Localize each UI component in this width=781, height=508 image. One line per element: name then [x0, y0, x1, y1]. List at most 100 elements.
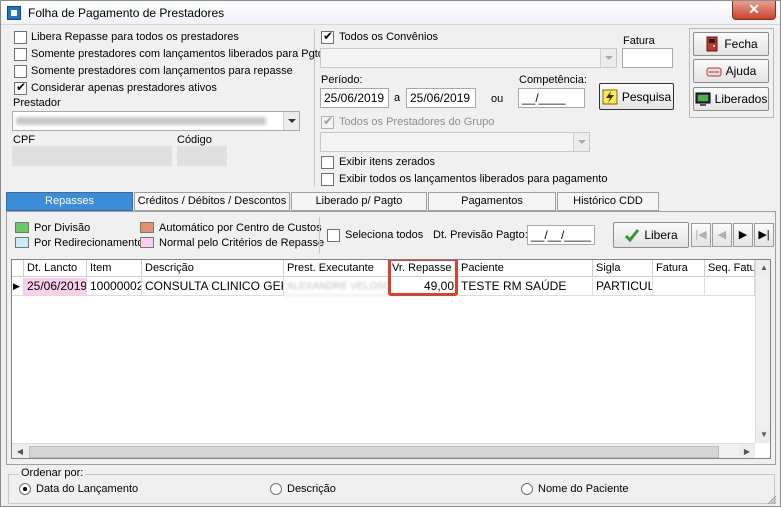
- periodo-label: Período:: [321, 74, 363, 86]
- periodo-sep-label: a: [394, 92, 401, 104]
- somente-liberados-label: Somente prestadores com lançamentos libe…: [31, 48, 327, 60]
- main-window: Folha de Pagamento de Prestadores ✕ Libe…: [0, 0, 781, 507]
- ordenar-paciente-label: Nome do Paciente: [538, 483, 629, 495]
- nav-prev-button[interactable]: ◀: [712, 223, 732, 247]
- chevron-down-icon[interactable]: [283, 112, 299, 130]
- cell-seq-fatura[interactable]: [705, 278, 755, 296]
- scroll-left-icon[interactable]: ◀: [12, 444, 28, 458]
- close-window-button[interactable]: ✕: [732, 1, 776, 20]
- tab-repasses[interactable]: Repasses: [6, 192, 133, 211]
- chevron-down-icon[interactable]: [600, 49, 616, 67]
- tab-creditos-debitos[interactable]: Créditos / Débitos / Descontos: [134, 192, 290, 211]
- legend-divider: [319, 217, 320, 253]
- ordenar-data-label: Data do Lançamento: [36, 483, 139, 495]
- todos-convenios-checkbox[interactable]: [321, 29, 334, 44]
- horizontal-scroll-thumb[interactable]: [29, 446, 719, 458]
- scroll-up-icon[interactable]: ▲: [756, 260, 770, 276]
- ordenar-data-radio[interactable]: [19, 483, 31, 495]
- cell-descricao[interactable]: CONSULTA CLINICO GERAL: [142, 278, 284, 296]
- prestador-select[interactable]: [12, 111, 300, 131]
- col-header-descricao[interactable]: Descrição: [142, 260, 284, 277]
- exibir-zerados-checkbox[interactable]: [321, 156, 334, 169]
- col-header-prest-executante[interactable]: Prest. Executante: [284, 260, 389, 277]
- col-header-dt-lancto[interactable]: Dt. Lancto: [24, 260, 87, 277]
- ordenar-paciente-radio[interactable]: [521, 483, 533, 495]
- grid-corner: [12, 260, 24, 277]
- liberados-label: Liberados: [714, 92, 768, 106]
- ajuda-button[interactable]: Ajuda: [693, 59, 769, 83]
- somente-repasse-label: Somente prestadores com lançamentos para…: [31, 65, 293, 77]
- libera-label: Libera: [644, 228, 678, 242]
- legend-swatch-centro-custos: [140, 222, 154, 233]
- ajuda-label: Ajuda: [725, 64, 757, 78]
- lightning-icon: [602, 89, 618, 105]
- door-exit-icon: [704, 36, 720, 52]
- scroll-right-icon[interactable]: ▶: [739, 444, 755, 458]
- fatura-label: Fatura: [623, 35, 655, 47]
- legend-redirecionamento-label: Por Redirecionamento: [34, 237, 144, 249]
- cpf-label: CPF: [13, 134, 35, 146]
- fatura-input[interactable]: [622, 48, 673, 68]
- somente-repasse-checkbox[interactable]: [14, 65, 27, 78]
- cell-dt-lancto[interactable]: 25/06/2019: [24, 278, 87, 296]
- cell-prest-executante[interactable]: ALEXANDRE VELOSO PIMENTA DE FIGUEIREDO: [284, 278, 389, 296]
- tab-historico-cdd[interactable]: Histórico CDD: [557, 192, 659, 211]
- col-header-fatura[interactable]: Fatura: [653, 260, 705, 277]
- horizontal-scrollbar[interactable]: ◀ ▶: [12, 443, 755, 458]
- previsao-label: Dt. Previsão Pagto:: [433, 229, 528, 241]
- col-header-seq-fatura[interactable]: Seq. Fatura: [705, 260, 755, 277]
- somente-liberados-checkbox[interactable]: [14, 48, 27, 61]
- pesquisa-button[interactable]: Pesquisa: [599, 83, 674, 110]
- libera-button[interactable]: Libera: [613, 222, 689, 248]
- cell-paciente[interactable]: TESTE RM SAÚDE: [458, 278, 593, 296]
- periodo-to-input[interactable]: 25/06/2019: [406, 88, 476, 108]
- scroll-down-icon[interactable]: ▼: [756, 427, 770, 443]
- liberados-button[interactable]: Liberados: [693, 87, 769, 111]
- periodo-from-input[interactable]: 25/06/2019: [320, 88, 389, 108]
- exibir-liberados-checkbox[interactable]: [321, 173, 334, 186]
- row-indicator: ▶: [12, 278, 24, 296]
- cpf-field: [12, 146, 172, 166]
- competencia-input[interactable]: __/____: [518, 88, 585, 108]
- chevron-down-icon[interactable]: [573, 133, 589, 151]
- seleciona-todos-checkbox[interactable]: [327, 229, 340, 242]
- prestador-value: [16, 117, 266, 125]
- ordenar-descricao-radio[interactable]: [270, 483, 282, 495]
- seleciona-todos-label: Seleciona todos: [345, 229, 424, 241]
- legend-centro-custos-label: Automático por Centro de Custos: [159, 222, 322, 234]
- cell-item[interactable]: 10000002: [87, 278, 142, 296]
- resize-grip-icon[interactable]: [767, 495, 777, 505]
- repasses-grid: Dt. Lancto Item Descrição Prest. Executa…: [11, 259, 771, 459]
- cell-sigla[interactable]: PARTICULAR: [593, 278, 653, 296]
- nav-first-button[interactable]: |◀: [691, 223, 711, 247]
- libera-todos-checkbox[interactable]: [14, 31, 27, 44]
- window-title: Folha de Pagamento de Prestadores: [28, 6, 225, 20]
- convenio-select[interactable]: [320, 48, 617, 68]
- competencia-label: Competência:: [519, 74, 587, 86]
- checkmark-icon: [624, 227, 640, 243]
- legend-swatch-normal: [140, 237, 154, 248]
- cell-fatura[interactable]: [653, 278, 705, 296]
- grupo-select[interactable]: [320, 132, 590, 152]
- prestadores-ativos-checkbox[interactable]: [14, 80, 27, 95]
- nav-next-button[interactable]: ▶: [733, 223, 753, 247]
- pesquisa-label: Pesquisa: [621, 89, 672, 104]
- fecha-label: Fecha: [724, 37, 758, 51]
- title-bar: Folha de Pagamento de Prestadores ✕: [1, 1, 780, 25]
- col-header-item[interactable]: Item: [87, 260, 142, 277]
- tab-liberado-pagto[interactable]: Liberado p/ Pagto: [291, 192, 427, 211]
- previsao-input[interactable]: __/__/____: [527, 225, 595, 245]
- col-header-sigla[interactable]: Sigla: [593, 260, 653, 277]
- tab-bar: Repasses Créditos / Débitos / Descontos …: [6, 192, 774, 211]
- prestadores-grupo-checkbox[interactable]: [321, 114, 334, 129]
- prestador-label: Prestador: [13, 97, 61, 109]
- ou-label: ou: [491, 93, 504, 105]
- vertical-scrollbar[interactable]: ▲ ▼: [755, 260, 770, 443]
- ordenar-descricao-label: Descrição: [287, 483, 336, 495]
- col-header-paciente[interactable]: Paciente: [458, 260, 593, 277]
- codigo-label: Código: [177, 134, 212, 146]
- tab-pagamentos[interactable]: Pagamentos: [428, 192, 556, 211]
- fecha-button[interactable]: Fecha: [693, 32, 769, 56]
- prestadores-ativos-label: Considerar apenas prestadores ativos: [31, 82, 217, 94]
- nav-last-button[interactable]: ▶|: [754, 223, 774, 247]
